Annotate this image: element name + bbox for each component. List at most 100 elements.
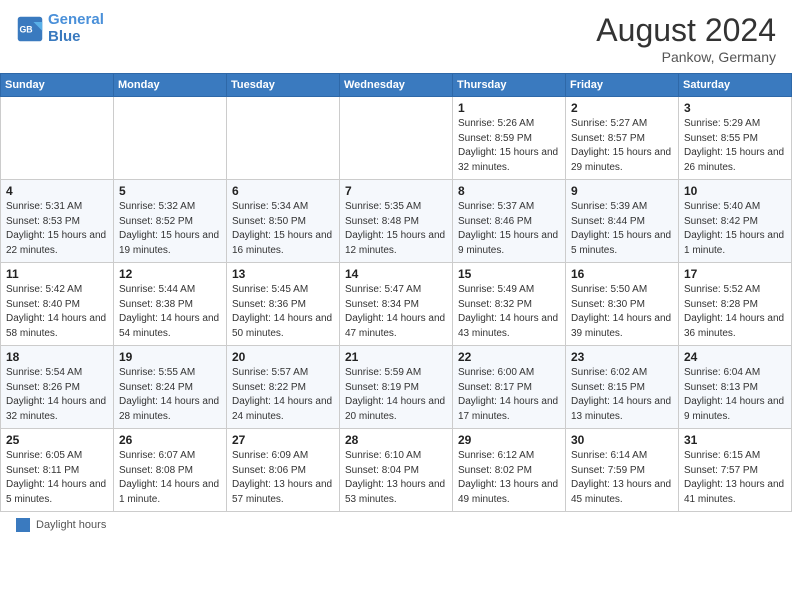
legend-color-box: [16, 518, 30, 532]
calendar-cell: 21 Sunrise: 5:59 AM Sunset: 8:19 PM Dayli…: [340, 346, 453, 429]
day-info: Sunrise: 5:45 AM Sunset: 8:36 PM Dayligh…: [232, 283, 334, 341]
day-number: 21: [345, 350, 447, 364]
day-number: 12: [119, 267, 221, 281]
day-info: Sunrise: 5:42 AM Sunset: 8:40 PM Dayligh…: [6, 283, 108, 341]
legend: Daylight hours: [0, 512, 792, 538]
day-info: Sunrise: 6:00 AM Sunset: 8:17 PM Dayligh…: [458, 366, 560, 424]
day-number: 11: [6, 267, 108, 281]
day-number: 22: [458, 350, 560, 364]
day-info: Sunrise: 5:39 AM Sunset: 8:44 PM Dayligh…: [571, 200, 673, 258]
location: Pankow, Germany: [596, 49, 776, 65]
day-info: Sunrise: 6:04 AM Sunset: 8:13 PM Dayligh…: [684, 366, 786, 424]
day-number: 25: [6, 433, 108, 447]
calendar-cell: 17 Sunrise: 5:52 AM Sunset: 8:28 PM Dayli…: [679, 263, 792, 346]
day-info: Sunrise: 5:27 AM Sunset: 8:57 PM Dayligh…: [571, 117, 673, 175]
day-info: Sunrise: 5:26 AM Sunset: 8:59 PM Dayligh…: [458, 117, 560, 175]
title-block: August 2024 Pankow, Germany: [596, 12, 776, 65]
day-info: Sunrise: 5:31 AM Sunset: 8:53 PM Dayligh…: [6, 200, 108, 258]
day-number: 6: [232, 184, 334, 198]
calendar-cell: 11 Sunrise: 5:42 AM Sunset: 8:40 PM Dayli…: [1, 263, 114, 346]
day-info: Sunrise: 6:07 AM Sunset: 8:08 PM Dayligh…: [119, 449, 221, 507]
day-info: Sunrise: 5:54 AM Sunset: 8:26 PM Dayligh…: [6, 366, 108, 424]
day-number: 24: [684, 350, 786, 364]
calendar-cell: 19Sunrise: 5:55 AM Sunset: 8:24 PM Dayli…: [114, 346, 227, 429]
calendar-week-row: 4Sunrise: 5:31 AM Sunset: 8:53 PM Daylig…: [1, 180, 792, 263]
day-number: 13: [232, 267, 334, 281]
calendar-cell: [1, 97, 114, 180]
day-number: 5: [119, 184, 221, 198]
calendar-cell: 25 Sunrise: 6:05 AM Sunset: 8:11 PM Dayli…: [1, 429, 114, 512]
day-number: 23: [571, 350, 673, 364]
calendar-cell: [227, 97, 340, 180]
logo-line1: General: [48, 11, 104, 28]
weekday-header: Saturday: [679, 74, 792, 97]
logo: GB General Blue: [16, 12, 104, 45]
page-header: GB General Blue August 2024 Pankow, Germ…: [0, 0, 792, 73]
day-number: 19: [119, 350, 221, 364]
logo-text: General Blue: [48, 12, 104, 45]
day-info: Sunrise: 5:44 AM Sunset: 8:38 PM Dayligh…: [119, 283, 221, 341]
calendar-week-row: 1 Sunrise: 5:26 AM Sunset: 8:59 PM Daylig…: [1, 97, 792, 180]
day-number: 2: [571, 101, 673, 115]
day-info: Sunrise: 6:05 AM Sunset: 8:11 PM Dayligh…: [6, 449, 108, 507]
calendar-cell: 30Sunrise: 6:14 AM Sunset: 7:59 PM Dayli…: [566, 429, 679, 512]
day-info: Sunrise: 6:12 AM Sunset: 8:02 PM Dayligh…: [458, 449, 560, 507]
day-number: 10: [684, 184, 786, 198]
calendar-cell: 18 Sunrise: 5:54 AM Sunset: 8:26 PM Dayli…: [1, 346, 114, 429]
day-info: Sunrise: 5:50 AM Sunset: 8:30 PM Dayligh…: [571, 283, 673, 341]
calendar-week-row: 11 Sunrise: 5:42 AM Sunset: 8:40 PM Dayli…: [1, 263, 792, 346]
day-info: Sunrise: 5:35 AM Sunset: 8:48 PM Dayligh…: [345, 200, 447, 258]
day-number: 3: [684, 101, 786, 115]
calendar-cell: 8Sunrise: 5:37 AM Sunset: 8:46 PM Daylig…: [453, 180, 566, 263]
weekday-header-row: SundayMondayTuesdayWednesdayThursdayFrid…: [1, 74, 792, 97]
day-number: 14: [345, 267, 447, 281]
day-info: Sunrise: 5:49 AM Sunset: 8:32 PM Dayligh…: [458, 283, 560, 341]
calendar-cell: 6 Sunrise: 5:34 AM Sunset: 8:50 PM Daylig…: [227, 180, 340, 263]
day-number: 17: [684, 267, 786, 281]
calendar-week-row: 18 Sunrise: 5:54 AM Sunset: 8:26 PM Dayli…: [1, 346, 792, 429]
weekday-header: Wednesday: [340, 74, 453, 97]
calendar-cell: 13 Sunrise: 5:45 AM Sunset: 8:36 PM Dayli…: [227, 263, 340, 346]
day-number: 16: [571, 267, 673, 281]
day-number: 31: [684, 433, 786, 447]
day-info: Sunrise: 6:02 AM Sunset: 8:15 PM Dayligh…: [571, 366, 673, 424]
day-number: 28: [345, 433, 447, 447]
calendar-table: SundayMondayTuesdayWednesdayThursdayFrid…: [0, 73, 792, 512]
calendar-cell: 10Sunrise: 5:40 AM Sunset: 8:42 PM Dayli…: [679, 180, 792, 263]
day-number: 1: [458, 101, 560, 115]
day-info: Sunrise: 5:29 AM Sunset: 8:55 PM Dayligh…: [684, 117, 786, 175]
calendar-week-row: 25 Sunrise: 6:05 AM Sunset: 8:11 PM Dayli…: [1, 429, 792, 512]
day-number: 27: [232, 433, 334, 447]
logo-line2: Blue: [48, 28, 81, 45]
weekday-header: Thursday: [453, 74, 566, 97]
day-info: Sunrise: 5:47 AM Sunset: 8:34 PM Dayligh…: [345, 283, 447, 341]
calendar-cell: [114, 97, 227, 180]
calendar-cell: [340, 97, 453, 180]
calendar-cell: 12 Sunrise: 5:44 AM Sunset: 8:38 PM Dayli…: [114, 263, 227, 346]
weekday-header: Monday: [114, 74, 227, 97]
calendar-cell: 31 Sunrise: 6:15 AM Sunset: 7:57 PM Dayli…: [679, 429, 792, 512]
day-info: Sunrise: 6:15 AM Sunset: 7:57 PM Dayligh…: [684, 449, 786, 507]
weekday-header: Sunday: [1, 74, 114, 97]
day-info: Sunrise: 5:59 AM Sunset: 8:19 PM Dayligh…: [345, 366, 447, 424]
day-info: Sunrise: 5:34 AM Sunset: 8:50 PM Dayligh…: [232, 200, 334, 258]
calendar-cell: 27 Sunrise: 6:09 AM Sunset: 8:06 PM Dayli…: [227, 429, 340, 512]
day-number: 26: [119, 433, 221, 447]
calendar-cell: 22 Sunrise: 6:00 AM Sunset: 8:17 PM Dayli…: [453, 346, 566, 429]
day-number: 9: [571, 184, 673, 198]
calendar-cell: 16 Sunrise: 5:50 AM Sunset: 8:30 PM Dayli…: [566, 263, 679, 346]
calendar-cell: 24 Sunrise: 6:04 AM Sunset: 8:13 PM Dayli…: [679, 346, 792, 429]
calendar-cell: 26 Sunrise: 6:07 AM Sunset: 8:08 PM Dayli…: [114, 429, 227, 512]
weekday-header: Tuesday: [227, 74, 340, 97]
day-number: 8: [458, 184, 560, 198]
day-number: 18: [6, 350, 108, 364]
day-info: Sunrise: 5:32 AM Sunset: 8:52 PM Dayligh…: [119, 200, 221, 258]
calendar-cell: 3 Sunrise: 5:29 AM Sunset: 8:55 PM Daylig…: [679, 97, 792, 180]
calendar-cell: 4Sunrise: 5:31 AM Sunset: 8:53 PM Daylig…: [1, 180, 114, 263]
day-info: Sunrise: 6:14 AM Sunset: 7:59 PM Dayligh…: [571, 449, 673, 507]
calendar-cell: 1 Sunrise: 5:26 AM Sunset: 8:59 PM Daylig…: [453, 97, 566, 180]
day-info: Sunrise: 6:09 AM Sunset: 8:06 PM Dayligh…: [232, 449, 334, 507]
day-info: Sunrise: 5:52 AM Sunset: 8:28 PM Dayligh…: [684, 283, 786, 341]
month-year: August 2024: [596, 12, 776, 49]
day-info: Sunrise: 5:57 AM Sunset: 8:22 PM Dayligh…: [232, 366, 334, 424]
